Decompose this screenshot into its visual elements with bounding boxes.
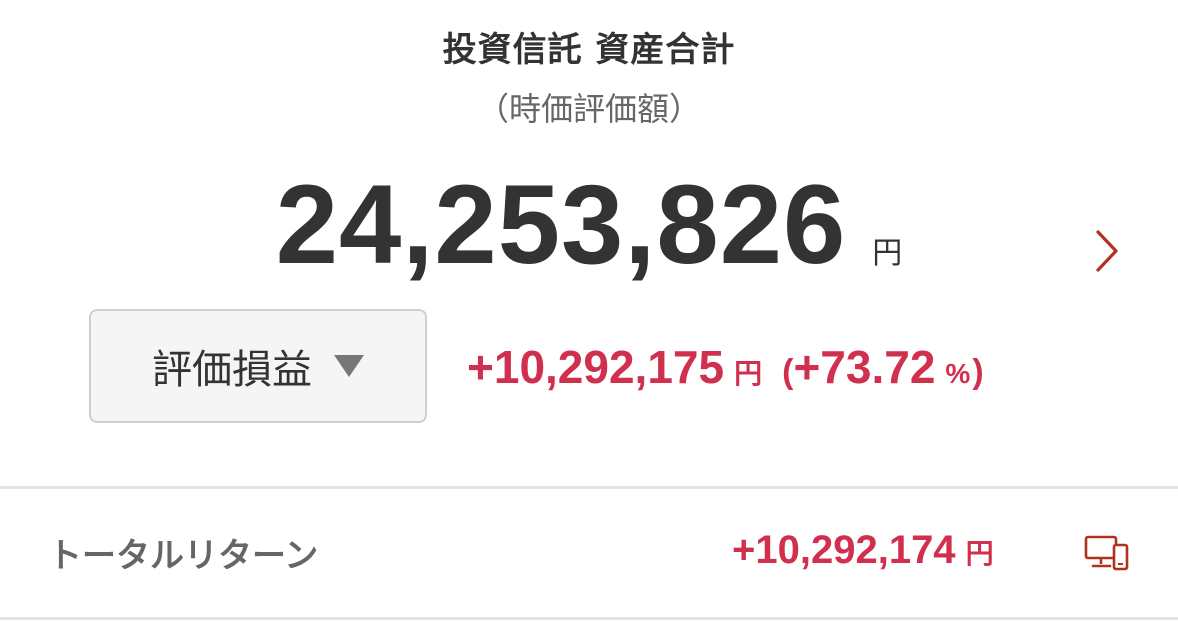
page-title: 投資信託 資産合計 [442,30,736,70]
total-return-amount: +10,292,174 [732,528,956,572]
asset-total-value: 24,253,826 [275,162,847,287]
gain-percent: +73.72 [793,341,936,393]
gain-amount: +10,292,175 [467,341,725,393]
total-return-unit: 円 [965,538,994,569]
gain-type-label: 評価損益 [152,347,312,393]
asset-total-unit: 円 [872,236,903,271]
triangle-down-icon [334,355,364,377]
total-return-value: +10,292,174 円 [732,528,994,573]
pc-device-icon[interactable] [1084,534,1130,572]
asset-total: 24,253,826 円 [0,160,1178,289]
gain-paren-close: ) [972,353,984,391]
chevron-right-icon[interactable] [1092,228,1122,274]
gain-percent-unit: % [945,358,971,389]
total-return-label: トータルリターン [48,536,319,576]
divider [0,617,1178,620]
divider [0,486,1178,489]
page-subtitle: （時価評価額） [476,90,701,128]
unrealized-gain: +10,292,175 円 (+73.72%) [467,340,984,394]
gain-paren-open: ( [782,353,794,391]
gain-type-dropdown[interactable]: 評価損益 [89,309,427,423]
gain-unit: 円 [734,358,763,389]
